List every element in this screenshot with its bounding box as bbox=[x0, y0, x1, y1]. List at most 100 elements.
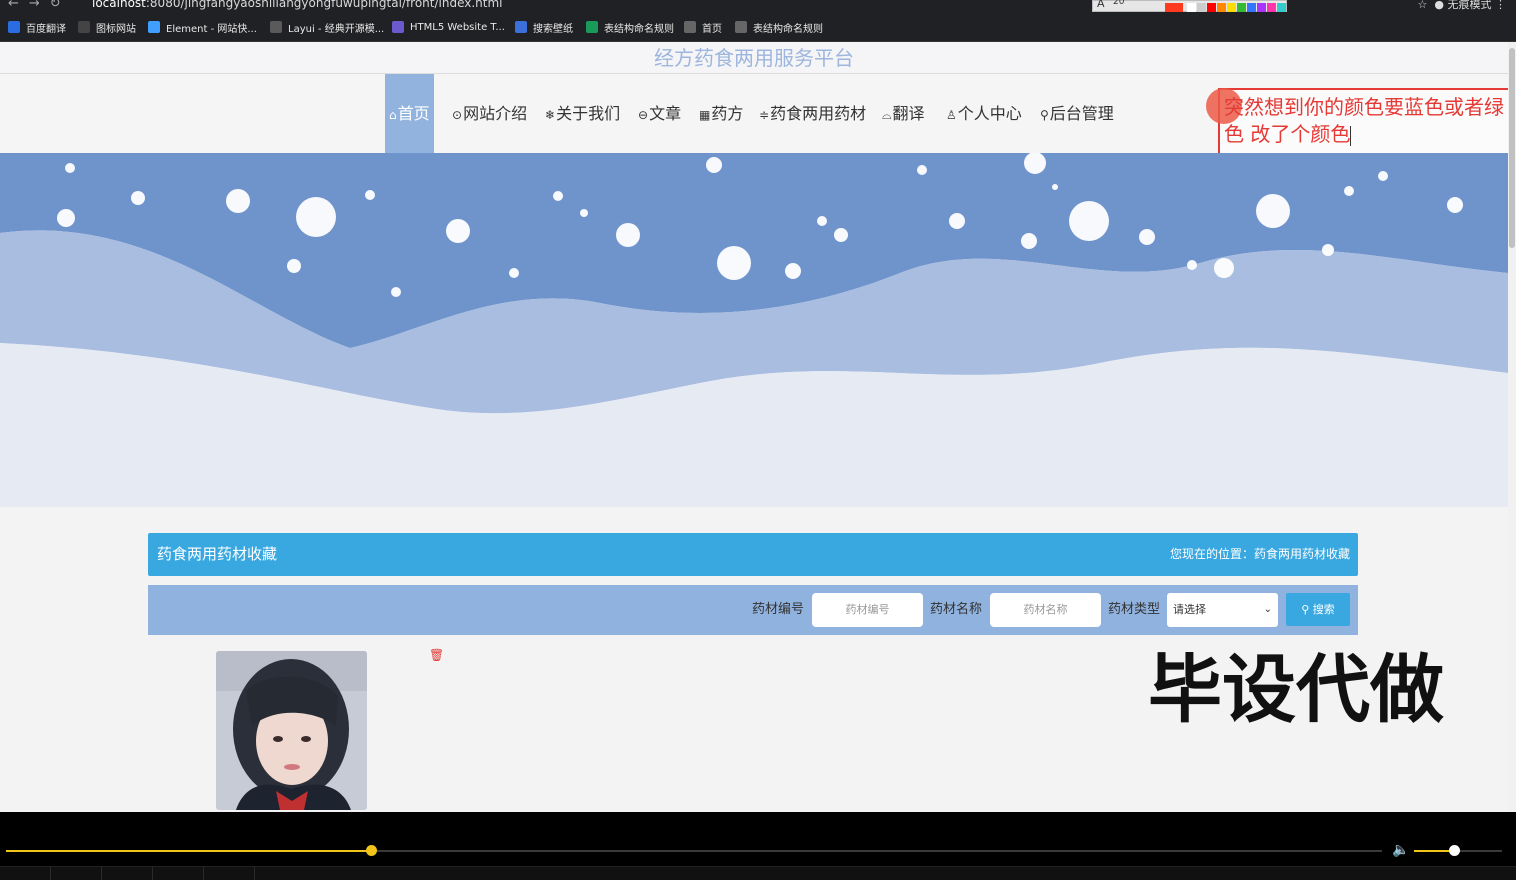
color-swatch[interactable] bbox=[1257, 3, 1266, 12]
incognito-label: 无痕模式 bbox=[1447, 0, 1492, 11]
nav-label: 网站介绍 bbox=[463, 104, 528, 123]
scrollbar-thumb[interactable] bbox=[1509, 48, 1515, 248]
browser-nav-icons[interactable]: ←→↻ bbox=[8, 0, 71, 11]
browser-address-bar: ←→↻ localhost:8080/jingfangyaoshiliangyo… bbox=[0, 0, 1516, 12]
page-scrollbar[interactable] bbox=[1508, 42, 1516, 812]
nav-item-8[interactable]: ⚲后台管理 bbox=[1040, 74, 1114, 153]
element-logo-icon bbox=[148, 21, 160, 33]
bookmark-item[interactable]: 百度翻译 bbox=[8, 20, 66, 35]
bookmark-item[interactable]: 搜索壁纸 bbox=[515, 20, 573, 35]
url-field[interactable]: localhost:8080/jingfangyaoshiliangyongfu… bbox=[92, 0, 503, 10]
html5-icon bbox=[392, 21, 404, 33]
bookmark-item[interactable]: 图标网站 bbox=[78, 20, 136, 35]
nav-label: 个人中心 bbox=[957, 104, 1022, 123]
incognito-icon: ● bbox=[1434, 0, 1444, 11]
wallpaper-icon bbox=[515, 21, 527, 33]
nav-item-2[interactable]: ❄关于我们 bbox=[545, 74, 620, 153]
color-swatch[interactable] bbox=[1197, 3, 1206, 12]
translate-icon bbox=[8, 21, 20, 33]
nav-item-4[interactable]: ▦药方 bbox=[699, 74, 743, 153]
bookmark-label: Layui - 经典开源模... bbox=[288, 23, 385, 35]
globe-icon bbox=[735, 21, 747, 33]
globe-icon bbox=[684, 21, 696, 33]
menu-icon[interactable]: ⋮ bbox=[1495, 0, 1506, 11]
volume-track[interactable] bbox=[1414, 845, 1502, 856]
color-swatch[interactable] bbox=[1207, 3, 1216, 12]
name-input[interactable]: 药材名称 bbox=[990, 593, 1101, 627]
portrait-photo bbox=[216, 651, 367, 810]
nav-icon: ⊙ bbox=[452, 108, 463, 122]
type-select[interactable]: 请选择 ⌄ bbox=[1167, 593, 1278, 627]
code-input[interactable]: 药材编号 bbox=[812, 593, 923, 627]
bookmark-label: 搜索壁纸 bbox=[533, 23, 573, 35]
nav-icon: ⊖ bbox=[638, 108, 649, 122]
annotation-text[interactable]: 突然想到你的颜色要蓝色或者绿色 改了个颜色 bbox=[1224, 95, 1504, 146]
doc-icon bbox=[586, 21, 598, 33]
color-swatch[interactable] bbox=[1237, 3, 1246, 12]
font-size-value[interactable]: 20 bbox=[1113, 0, 1124, 7]
watermark-text: 毕设代做 bbox=[1148, 647, 1444, 733]
favorite-item-image[interactable] bbox=[216, 651, 367, 810]
hero-banner bbox=[0, 153, 1508, 507]
bookmark-label: 图标网站 bbox=[96, 23, 136, 35]
nav-label: 关于我们 bbox=[556, 104, 621, 123]
bookmark-item[interactable]: 表结构命名规则 bbox=[586, 20, 674, 35]
bookmark-label: Element - 网站快... bbox=[166, 23, 257, 35]
color-swatch[interactable] bbox=[1187, 3, 1196, 12]
font-size-icon[interactable]: A bbox=[1097, 0, 1105, 10]
bookmark-item[interactable]: 首页 bbox=[684, 20, 722, 35]
color-swatch[interactable] bbox=[1247, 3, 1256, 12]
bookmark-label: 表结构命名规则 bbox=[753, 23, 823, 35]
trash-icon[interactable]: 🗑 bbox=[429, 648, 444, 662]
nav-icon: ❄ bbox=[545, 108, 556, 122]
annotation-textbox[interactable]: 突然想到你的颜色要蓝色或者绿色 改了个颜色 bbox=[1206, 88, 1514, 156]
nav-label: 翻译 bbox=[892, 104, 925, 123]
progress-handle[interactable] bbox=[365, 845, 377, 856]
nav-item-1[interactable]: ⊙网站介绍 bbox=[452, 74, 527, 153]
section-header: 药食两用药材收藏 您现在的位置：药食两用药材收藏 bbox=[148, 533, 1358, 576]
bookmark-label: 表结构命名规则 bbox=[604, 23, 674, 35]
type-select-value: 请选择 bbox=[1173, 603, 1206, 616]
player-bottom-strip bbox=[0, 866, 1516, 880]
search-bar: 药材编号 药材编号 药材名称 药材名称 药材类型 请选择 ⌄ ⚲ 搜索 bbox=[148, 585, 1358, 635]
nav-item-7[interactable]: ♙个人中心 bbox=[946, 74, 1022, 153]
color-swatch[interactable] bbox=[1267, 3, 1276, 12]
nav-item-5[interactable]: ≑药食两用药材 bbox=[759, 74, 866, 153]
page-viewport: 经方药食两用服务平台 ⌂首页 ⊙网站介绍 ❄关于我们 ⊖文章 ▦药方 ≑药食两用药材 ⌓翻译… bbox=[0, 42, 1516, 812]
name-label: 药材名称 bbox=[930, 602, 983, 617]
video-player-controls: 🔈 bbox=[0, 812, 1516, 880]
nav-item-3[interactable]: ⊖文章 bbox=[638, 74, 681, 153]
url-path: :8080/jingfangyaoshiliangyongfuwupingtai… bbox=[145, 0, 503, 10]
color-swatch[interactable] bbox=[1217, 3, 1226, 12]
nav-icon: ≑ bbox=[759, 108, 770, 122]
nav-icon: ⌓ bbox=[882, 108, 892, 122]
breadcrumb: 您现在的位置：药食两用药材收藏 bbox=[1169, 547, 1350, 561]
nav-icon: ⚲ bbox=[1040, 108, 1049, 122]
color-swatch[interactable] bbox=[1277, 3, 1286, 12]
nav-item-6[interactable]: ⌓翻译 bbox=[882, 74, 925, 153]
nav-label: 首页 bbox=[397, 104, 430, 123]
type-label: 药材类型 bbox=[1108, 602, 1161, 617]
nav-item-0[interactable]: ⌂首页 bbox=[385, 74, 434, 153]
bookmark-label: HTML5 Website T... bbox=[410, 21, 505, 33]
nav-icon: ⌂ bbox=[389, 108, 397, 122]
search-button[interactable]: ⚲ 搜索 bbox=[1286, 593, 1350, 626]
site-title: 经方药食两用服务平台 bbox=[0, 42, 1508, 74]
progress-fill bbox=[6, 850, 371, 852]
snow-landscape-illustration bbox=[0, 153, 1508, 507]
browser-right-icons[interactable]: ☆ ● 无痕模式 ⋮ bbox=[1418, 0, 1506, 12]
color-swatch[interactable] bbox=[1227, 3, 1236, 12]
section-title: 药食两用药材收藏 bbox=[157, 545, 278, 563]
progress-track[interactable] bbox=[6, 845, 1382, 856]
volume-icon[interactable]: 🔈 bbox=[1392, 842, 1409, 858]
color-swatch[interactable] bbox=[1165, 3, 1183, 12]
flag-icon bbox=[78, 21, 90, 33]
bookmark-item[interactable]: Element - 网站快... bbox=[148, 20, 257, 35]
bookmark-item[interactable]: Layui - 经典开源模... bbox=[270, 20, 385, 35]
star-icon[interactable]: ☆ bbox=[1418, 0, 1428, 11]
bookmark-item[interactable]: 表结构命名规则 bbox=[735, 20, 823, 35]
bookmark-item[interactable]: HTML5 Website T... bbox=[392, 20, 505, 34]
annotation-toolbar[interactable]: A 20 bbox=[1092, 0, 1287, 12]
nav-label: 药方 bbox=[711, 104, 744, 123]
volume-handle[interactable] bbox=[1448, 845, 1460, 856]
